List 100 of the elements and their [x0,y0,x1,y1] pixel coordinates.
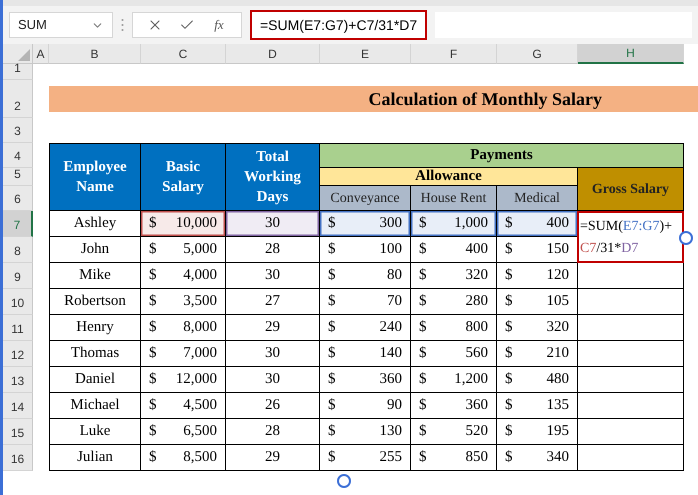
table-cell: 28 [226,237,320,263]
column-header[interactable]: D [226,44,320,64]
column-header[interactable]: F [411,44,497,64]
amount-text: 340 [546,448,569,468]
amount-text: 4,000 [183,266,217,286]
table-cell: 30 [226,367,320,393]
table-cell: 26 [226,393,320,419]
currency-symbol: $ [149,240,156,260]
currency-symbol: $ [328,422,336,442]
row-header[interactable]: 16 [3,445,33,471]
currency-symbol: $ [328,292,336,312]
amount-text: 560 [466,344,488,364]
currency-symbol: $ [149,370,156,390]
table-cell: 30 [226,263,320,289]
row-header[interactable]: 3 [3,118,33,143]
row-header[interactable]: 8 [3,237,33,263]
column-header[interactable]: E [320,44,411,64]
fill-handle[interactable] [679,231,693,245]
table-cell: Julian [49,445,141,471]
amount-text: 105 [546,292,569,312]
currency-symbol: $ [149,214,156,234]
amount-text: 140 [380,344,402,364]
amount-text: 360 [466,396,488,416]
amount-text: 1,000 [454,214,488,234]
table-cell: 29 [226,315,320,341]
amount-text: 4,500 [183,396,217,416]
row-header[interactable]: 7 [3,211,33,237]
currency-symbol: $ [419,318,426,338]
currency-symbol: $ [328,318,336,338]
column-header[interactable]: A [33,44,49,64]
amount-text: 320 [466,266,488,286]
column-heading: Gross Salary [578,168,684,211]
currency-symbol: $ [328,370,336,390]
amount-text: 360 [380,370,402,390]
row-header[interactable]: 9 [3,263,33,289]
amount-text: 8,000 [183,318,217,338]
amount-text: 3,500 [183,292,217,312]
row-header[interactable]: 15 [3,419,33,445]
currency-symbol: $ [505,240,512,260]
amount-text: 850 [466,448,488,468]
table-cell: 27 [226,289,320,315]
currency-symbol: $ [505,422,512,442]
row-header[interactable]: 12 [3,341,33,367]
currency-symbol: $ [149,266,156,286]
amount-text: 240 [380,318,402,338]
formula-field[interactable]: =SUM(E7:G7)+C7/31*D7 [250,10,428,40]
name-box[interactable]: SUM [9,12,113,38]
currency-symbol: $ [419,370,426,390]
formula-cell[interactable]: =SUM(E7:G7)+ C7/31*D7 [577,211,684,263]
currency-symbol: $ [149,422,156,442]
currency-symbol: $ [419,240,426,260]
column-header[interactable]: B [49,44,141,64]
amount-text: 800 [466,318,488,338]
table-cell: Robertson [49,289,141,315]
column-header[interactable]: H [578,44,684,64]
group-heading: Payments [320,143,684,168]
currency-symbol: $ [328,266,336,286]
row-header[interactable]: 1 [3,64,33,80]
column-header[interactable]: C [141,44,226,64]
currency-symbol: $ [505,318,512,338]
amount-text: 280 [466,292,488,312]
currency-symbol: $ [419,214,426,234]
table-cell: 28 [226,419,320,445]
row-header[interactable]: 4 [3,143,33,168]
column-heading: Basic Salary [141,143,226,211]
currency-symbol: $ [149,396,156,416]
currency-symbol: $ [149,344,156,364]
amount-text: 150 [546,240,569,260]
row-header[interactable]: 11 [3,315,33,341]
column-heading: Conveyance [320,186,411,211]
row-header[interactable]: 2 [3,80,33,118]
row-header[interactable]: 13 [3,367,33,393]
amount-text: 80 [387,266,402,286]
row-header[interactable]: 10 [3,289,33,315]
amount-text: 90 [387,396,402,416]
row-header[interactable]: 5 [3,168,33,186]
row-header[interactable]: 14 [3,393,33,419]
table-cell: Luke [49,419,141,445]
currency-symbol: $ [505,214,512,234]
currency-symbol: $ [419,344,426,364]
currency-symbol: $ [419,448,426,468]
column-header[interactable]: G [497,44,578,64]
sheet-title: Calculation of Monthly Salary [49,86,698,112]
amount-text: 120 [546,266,569,286]
row-header[interactable]: 6 [3,186,33,211]
fill-handle[interactable] [337,474,351,488]
table-cell: Daniel [49,367,141,393]
currency-symbol: $ [419,396,426,416]
table-cell: 30 [226,211,320,237]
currency-symbol: $ [505,448,512,468]
table-cell: Ashley [49,211,141,237]
table-cell: Thomas [49,341,141,367]
amount-text: 135 [546,396,569,416]
currency-symbol: $ [149,448,156,468]
amount-text: 255 [380,448,402,468]
amount-text: 480 [546,370,569,390]
currency-symbol: $ [149,318,156,338]
amount-text: 6,500 [183,422,217,442]
currency-symbol: $ [419,266,426,286]
group-heading: Allowance [320,168,578,186]
